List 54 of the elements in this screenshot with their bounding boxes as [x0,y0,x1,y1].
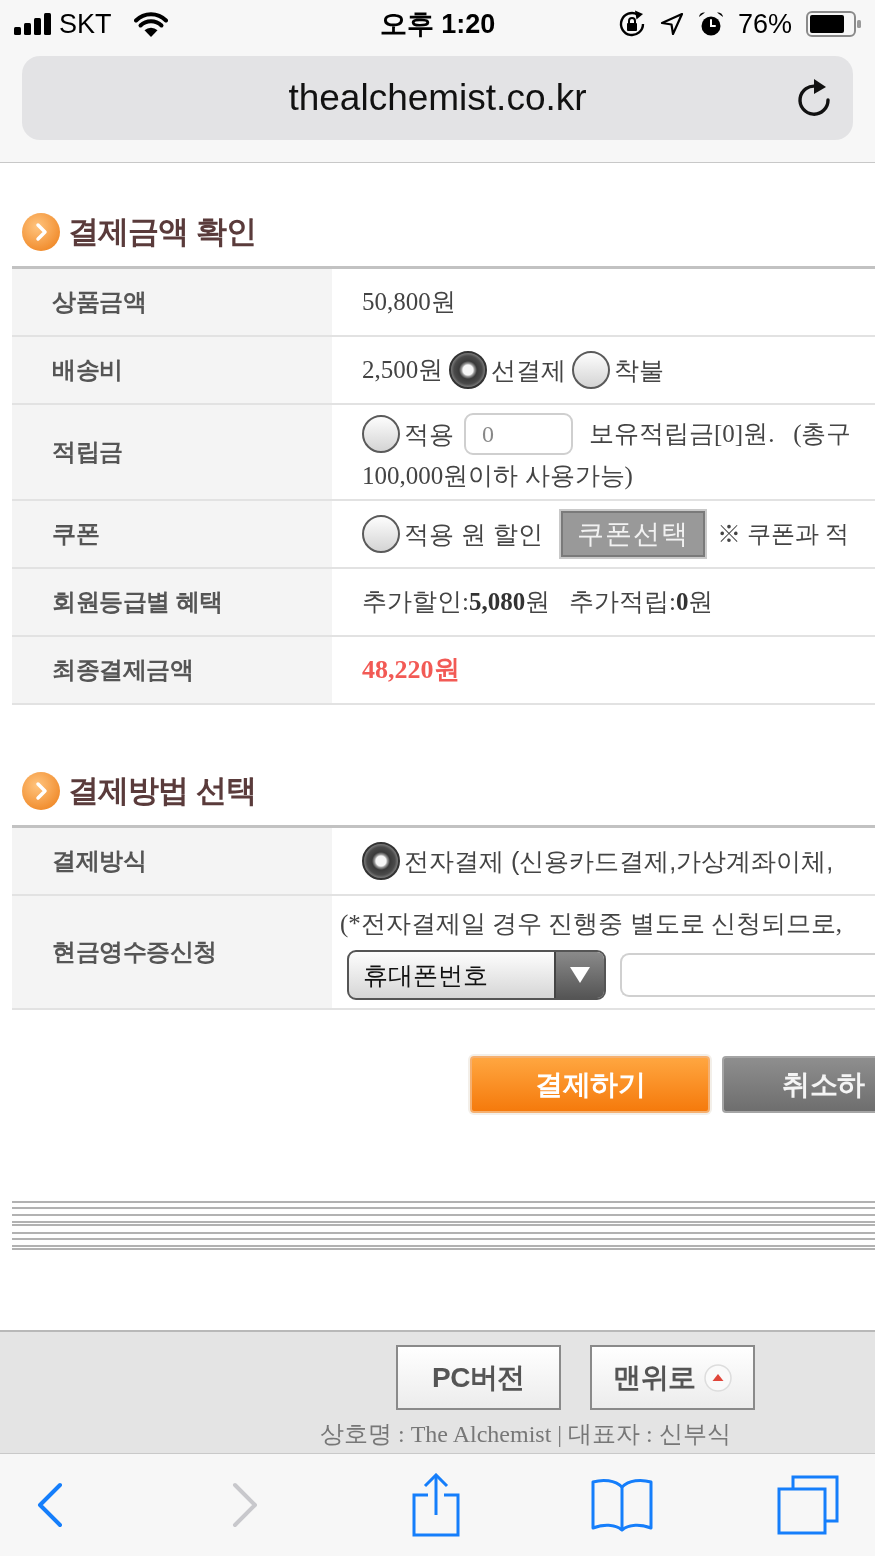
reload-icon[interactable] [795,78,833,118]
row-label: 결제방식 [12,828,332,894]
share-icon[interactable] [412,1473,460,1537]
radio-button[interactable] [362,842,400,880]
option-label: 적용 [404,419,454,449]
radio-button[interactable] [449,351,488,389]
hint-text: (*전자결제일 경우 진행중 별도로 신청되므로, [340,909,843,940]
row-label: 현금영수증신청 [12,896,332,1008]
carrier-name: SKT [59,8,112,40]
value-text: 50,800원 [362,287,456,317]
option-label: 착불 [614,355,665,385]
chevron-circle-icon [22,772,60,810]
row-label: 배송비 [12,337,332,403]
section-title: 결제금액 확인 [68,213,256,251]
cancel-button[interactable]: 취소하 [722,1056,875,1113]
alarm-clock-icon [697,11,724,37]
section-title: 결제방법 선택 [68,772,256,810]
wifi-icon [133,11,168,37]
chevron-circle-icon [22,213,60,251]
option-label: 적용 원 할인 [404,519,543,549]
rotation-lock-icon [617,10,646,38]
row-label: 최종결제금액 [12,637,332,703]
radio-button[interactable] [362,415,400,453]
back-icon[interactable] [36,1482,64,1528]
book-icon[interactable] [591,1478,653,1532]
address-bar[interactable]: thealchemist.co.kr [22,56,853,140]
row-label: 쿠폰 [12,501,332,567]
battery-percent: 76% [737,8,792,40]
scroll-to-top-button[interactable]: 맨위로 [590,1345,755,1410]
value-text: 추가할인:5,080원 추가적립:0원 [362,587,714,617]
pc-version-button[interactable]: PC버전 [396,1345,561,1410]
option-label: 선결제 [491,355,567,385]
input-field[interactable]: 0 [464,413,573,455]
value-text: 2,500원 [362,355,444,385]
radio-button[interactable] [362,515,400,553]
option-label: 전자결제 (신용카드결제,가상계좌이체, [404,846,834,876]
signal-icon [14,13,51,35]
value-text: 100,000원이하 사용가능) [362,461,633,491]
input-field[interactable] [620,953,875,997]
value-text: 보유적립금[0]원. (총구 [589,419,852,449]
total-amount: 48,220원 [362,655,460,685]
location-arrow-icon [659,12,684,36]
up-arrow-circle-icon [703,1363,732,1392]
row-label: 회원등급별 혜택 [12,569,332,635]
row-label: 적립금 [12,405,332,499]
row-label: 상품금액 [12,269,332,335]
battery-icon [806,11,861,37]
caret-down-icon [570,967,590,983]
company-info: 상호명 : The Alchemist | 대표자 : 신부식 [319,1420,732,1448]
tabs-icon[interactable] [777,1475,839,1535]
clock-time: 오후 1:20 [379,8,496,40]
dropdown-select[interactable]: 휴대폰번호 [347,950,606,1000]
note-text: ※ 쿠폰과 적 [716,520,849,549]
radio-button[interactable] [572,351,611,389]
